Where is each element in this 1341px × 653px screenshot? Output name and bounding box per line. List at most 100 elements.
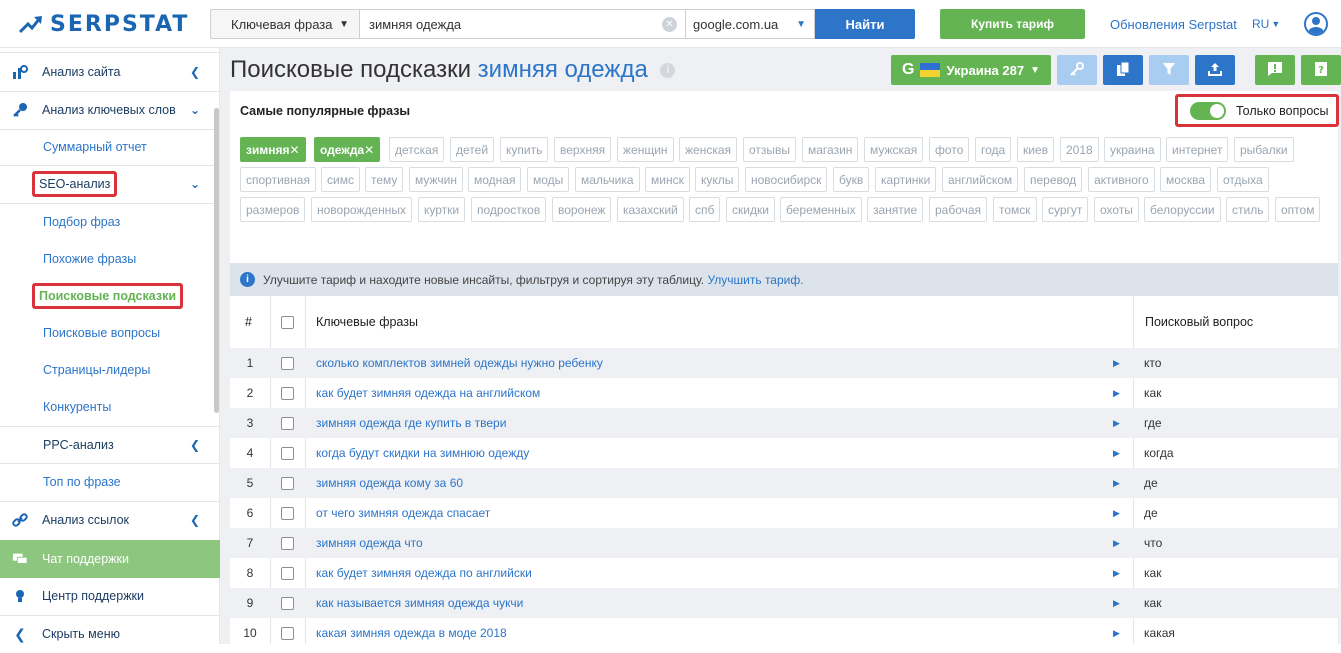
- sidebar-item-top-by-phrase[interactable]: Топ по фразе: [0, 463, 220, 500]
- phrase-chip[interactable]: года: [975, 137, 1012, 162]
- sidebar-item-site-analysis[interactable]: Анализ сайта ❮: [0, 53, 220, 91]
- sidebar-item-ppc-analysis[interactable]: PPC-анализ ❮: [0, 426, 220, 463]
- search-type-select[interactable]: Ключевая фраза ▼: [210, 9, 360, 39]
- search-input[interactable]: зимняя одежда ✕: [359, 9, 686, 39]
- phrase-chip[interactable]: мальчика: [575, 167, 640, 192]
- sidebar-item-phrase-selection[interactable]: Подбор фраз: [0, 203, 220, 240]
- phrase-chip[interactable]: рыбалки: [1234, 137, 1294, 162]
- expand-arrow-icon[interactable]: ▶: [1113, 438, 1120, 468]
- phrase-chip[interactable]: украина: [1104, 137, 1161, 162]
- row-checkbox[interactable]: [281, 386, 294, 400]
- phrase-chip[interactable]: минск: [645, 167, 690, 192]
- phrase-chip[interactable]: отзывы: [743, 137, 797, 162]
- keywords-filter-button[interactable]: [1057, 55, 1097, 85]
- phrase-chip[interactable]: моды: [527, 167, 570, 192]
- row-checkbox[interactable]: [281, 356, 294, 370]
- phrase-chip[interactable]: спб: [689, 197, 721, 222]
- keyword-link[interactable]: зимняя одежда кому за 60: [316, 468, 463, 498]
- expand-arrow-icon[interactable]: ▶: [1113, 558, 1120, 588]
- remove-chip-icon[interactable]: ✕: [289, 143, 299, 157]
- row-checkbox[interactable]: [281, 626, 294, 640]
- phrase-chip[interactable]: перевод: [1024, 167, 1083, 192]
- keyword-link[interactable]: зимняя одежда где купить в твери: [316, 408, 506, 438]
- phrase-chip[interactable]: томск: [993, 197, 1037, 222]
- row-checkbox[interactable]: [281, 416, 294, 430]
- phrase-chip[interactable]: детей: [450, 137, 495, 162]
- sidebar-item-hide-menu[interactable]: ❮ Скрыть меню: [0, 615, 220, 653]
- sidebar-item-support-center[interactable]: Центр поддержки: [0, 577, 220, 615]
- phrase-chip[interactable]: казахский: [617, 197, 684, 222]
- keyword-link[interactable]: когда будут скидки на зимнюю одежду: [316, 438, 529, 468]
- sidebar-item-summary[interactable]: Суммарный отчет: [0, 128, 220, 165]
- phrase-chip[interactable]: мужская: [864, 137, 924, 162]
- updates-link[interactable]: Обновления Serpstat: [1110, 17, 1237, 32]
- keyword-link[interactable]: от чего зимняя одежда спасает: [316, 498, 490, 528]
- phrase-chip[interactable]: стиль: [1226, 197, 1270, 222]
- phrase-chip[interactable]: спортивная: [240, 167, 316, 192]
- expand-arrow-icon[interactable]: ▶: [1113, 408, 1120, 438]
- upgrade-link[interactable]: Улучшить тариф.: [707, 273, 803, 287]
- sidebar-item-search-suggestions[interactable]: Поисковые подсказки: [0, 277, 220, 314]
- expand-arrow-icon[interactable]: ▶: [1113, 378, 1120, 408]
- select-all-checkbox[interactable]: [281, 315, 294, 329]
- phrase-chip[interactable]: оптом: [1275, 197, 1321, 222]
- phrase-chip[interactable]: купить: [500, 137, 549, 162]
- row-checkbox[interactable]: [281, 596, 294, 610]
- only-questions-toggle[interactable]: Только вопросы: [1175, 94, 1339, 127]
- keyword-link[interactable]: сколько комплектов зимней одежды нужно р…: [316, 348, 603, 378]
- phrase-chip[interactable]: рабочая: [929, 197, 988, 222]
- phrase-chip[interactable]: детская: [389, 137, 445, 162]
- phrase-chip[interactable]: киев: [1017, 137, 1055, 162]
- phrase-chip[interactable]: интернет: [1166, 137, 1229, 162]
- remove-chip-icon[interactable]: ✕: [364, 143, 374, 157]
- selected-phrase-chip[interactable]: зимняя ✕: [240, 137, 306, 162]
- phrase-chip[interactable]: магазин: [802, 137, 859, 162]
- phrase-chip[interactable]: занятие: [867, 197, 924, 222]
- sidebar-item-leader-pages[interactable]: Страницы-лидеры: [0, 351, 220, 388]
- phrase-chip[interactable]: модная: [468, 167, 522, 192]
- keyword-link[interactable]: как будет зимняя одежда на английском: [316, 378, 540, 408]
- phrase-chip[interactable]: 2018: [1060, 137, 1099, 162]
- column-header-keyword[interactable]: Ключевые фразы: [316, 296, 418, 348]
- sidebar-item-search-questions[interactable]: Поисковые вопросы: [0, 314, 220, 351]
- language-select[interactable]: RU ▼: [1252, 17, 1280, 31]
- report-issue-button[interactable]: [1255, 55, 1295, 85]
- phrase-chip[interactable]: подростков: [471, 197, 547, 222]
- sidebar-item-seo-analysis[interactable]: SEO-анализ ⌄: [0, 165, 220, 202]
- phrase-chip[interactable]: сургут: [1042, 197, 1089, 222]
- keyword-link[interactable]: как будет зимняя одежда по английски: [316, 558, 532, 588]
- phrase-chip[interactable]: куклы: [695, 167, 740, 192]
- row-checkbox[interactable]: [281, 506, 294, 520]
- export-button[interactable]: [1195, 55, 1235, 85]
- phrase-chip[interactable]: скидки: [726, 197, 775, 222]
- row-checkbox[interactable]: [281, 476, 294, 490]
- toggle-switch[interactable]: [1190, 101, 1226, 120]
- user-avatar-icon[interactable]: [1304, 12, 1328, 36]
- help-button[interactable]: ?: [1301, 55, 1341, 85]
- sidebar-item-support-chat[interactable]: Чат поддержки: [0, 540, 220, 578]
- phrase-chip[interactable]: москва: [1160, 167, 1212, 192]
- row-checkbox[interactable]: [281, 446, 294, 460]
- search-engine-select[interactable]: google.com.ua ▼: [685, 9, 815, 39]
- phrase-chip[interactable]: фото: [929, 137, 970, 162]
- info-icon[interactable]: i: [660, 63, 676, 79]
- copy-button[interactable]: [1103, 55, 1143, 85]
- phrase-chip[interactable]: воронеж: [552, 197, 612, 222]
- search-button[interactable]: Найти: [815, 9, 915, 39]
- phrase-chip[interactable]: верхняя: [554, 137, 612, 162]
- phrase-chip[interactable]: женщин: [617, 137, 674, 162]
- selected-phrase-chip[interactable]: одежда ✕: [314, 137, 381, 162]
- phrase-chip[interactable]: беременных: [780, 197, 862, 222]
- phrase-chip[interactable]: охоты: [1094, 197, 1139, 222]
- phrase-chip[interactable]: букв: [833, 167, 870, 192]
- expand-arrow-icon[interactable]: ▶: [1113, 588, 1120, 618]
- sidebar-item-link-analysis[interactable]: Анализ ссылок ❮: [0, 501, 220, 539]
- phrase-chip[interactable]: картинки: [875, 167, 937, 192]
- phrase-chip[interactable]: размеров: [240, 197, 306, 222]
- expand-arrow-icon[interactable]: ▶: [1113, 468, 1120, 498]
- buy-plan-button[interactable]: Купить тариф: [940, 9, 1085, 39]
- phrase-chip[interactable]: новорожденных: [311, 197, 413, 222]
- sidebar-item-competitors[interactable]: Конкуренты: [0, 388, 220, 425]
- phrase-chip[interactable]: белоруссии: [1144, 197, 1221, 222]
- phrase-chip[interactable]: куртки: [418, 197, 466, 222]
